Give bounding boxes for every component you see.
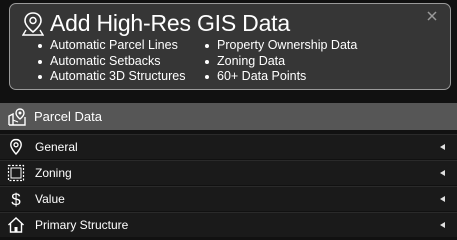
feature-list-right: Property Ownership Data Zoning Data 60+ … [203, 38, 357, 85]
gis-data-promo[interactable]: Add High-Res GIS Data Automatic Parcel L… [9, 3, 451, 90]
feature-item: Automatic 3D Structures [36, 69, 185, 85]
promo-title: Add High-Res GIS Data [50, 10, 290, 36]
collapse-caret-icon [440, 170, 445, 176]
feature-item: 60+ Data Points [203, 69, 357, 85]
location-pin-icon [10, 138, 22, 156]
parcel-map-icon [8, 108, 26, 126]
row-primary-structure[interactable]: Primary Structure [0, 212, 457, 237]
row-zoning[interactable]: Zoning [0, 160, 457, 185]
svg-text:$: $ [11, 190, 21, 208]
row-value[interactable]: $ Value [0, 186, 457, 211]
zoning-grid-icon [7, 164, 25, 182]
close-icon[interactable] [426, 10, 438, 22]
collapse-caret-icon [440, 196, 445, 202]
feature-item: Zoning Data [203, 54, 357, 70]
collapse-caret-icon [440, 222, 445, 228]
parcel-data-header[interactable]: Parcel Data [0, 103, 457, 130]
feature-item: Property Ownership Data [203, 38, 357, 54]
row-label: Zoning [35, 166, 72, 180]
section-title: Parcel Data [34, 109, 102, 124]
row-label: General [35, 140, 78, 154]
house-icon [8, 217, 24, 233]
feature-item: Automatic Setbacks [36, 54, 185, 70]
dollar-icon: $ [11, 190, 21, 208]
feature-item: Automatic Parcel Lines [36, 38, 185, 54]
map-pin-icon [22, 12, 44, 36]
row-label: Value [35, 192, 65, 206]
row-general[interactable]: General [0, 134, 457, 159]
collapse-caret-icon [440, 144, 445, 150]
row-label: Primary Structure [35, 218, 129, 232]
feature-list-left: Automatic Parcel Lines Automatic Setback… [36, 38, 185, 85]
